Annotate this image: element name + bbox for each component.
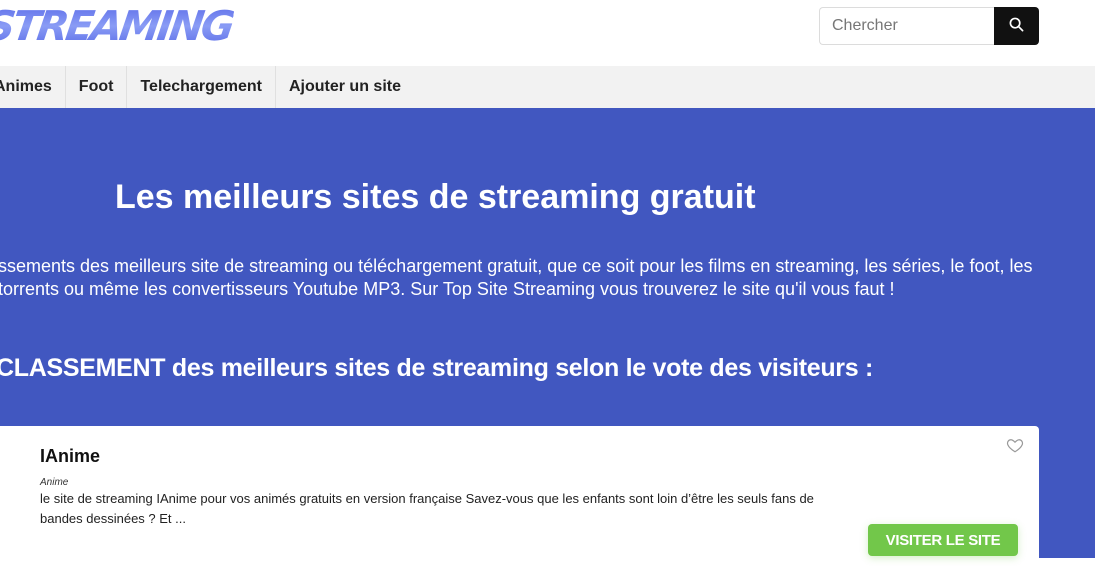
heart-icon[interactable] [1006, 436, 1024, 454]
nav-item-telechargement[interactable]: Telechargement [127, 66, 276, 108]
site-card-description: le site de streaming IAnime pour vos ani… [40, 491, 814, 526]
site-logo[interactable]: STREAMING [0, 2, 235, 50]
main-nav: Animes Foot Telechargement Ajouter un si… [0, 66, 1095, 108]
site-card: IAnime Anime le site de streaming IAnime… [0, 426, 1039, 566]
search-icon [1009, 17, 1024, 35]
nav-item-animes[interactable]: Animes [0, 66, 66, 108]
page-title: Les meilleurs sites de streaming gratuit [115, 178, 756, 216]
hero-section: Les meilleurs sites de streaming gratuit… [0, 108, 1095, 566]
site-card-category: Anime [40, 477, 69, 488]
intro-text: ssements des meilleurs site de streaming… [0, 256, 1033, 299]
nav-item-ajouter-un-site[interactable]: Ajouter un site [276, 66, 414, 108]
search-input[interactable] [819, 7, 994, 45]
site-card-title[interactable]: IAnime [40, 446, 100, 467]
ranking-heading: CLASSEMENT des meilleurs sites de stream… [0, 354, 874, 382]
search-form [819, 7, 1039, 45]
site-header: STREAMING [0, 0, 1095, 66]
search-button[interactable] [994, 7, 1039, 45]
visit-site-button[interactable]: VISITER LE SITE [868, 524, 1018, 556]
nav-item-foot[interactable]: Foot [66, 66, 128, 108]
